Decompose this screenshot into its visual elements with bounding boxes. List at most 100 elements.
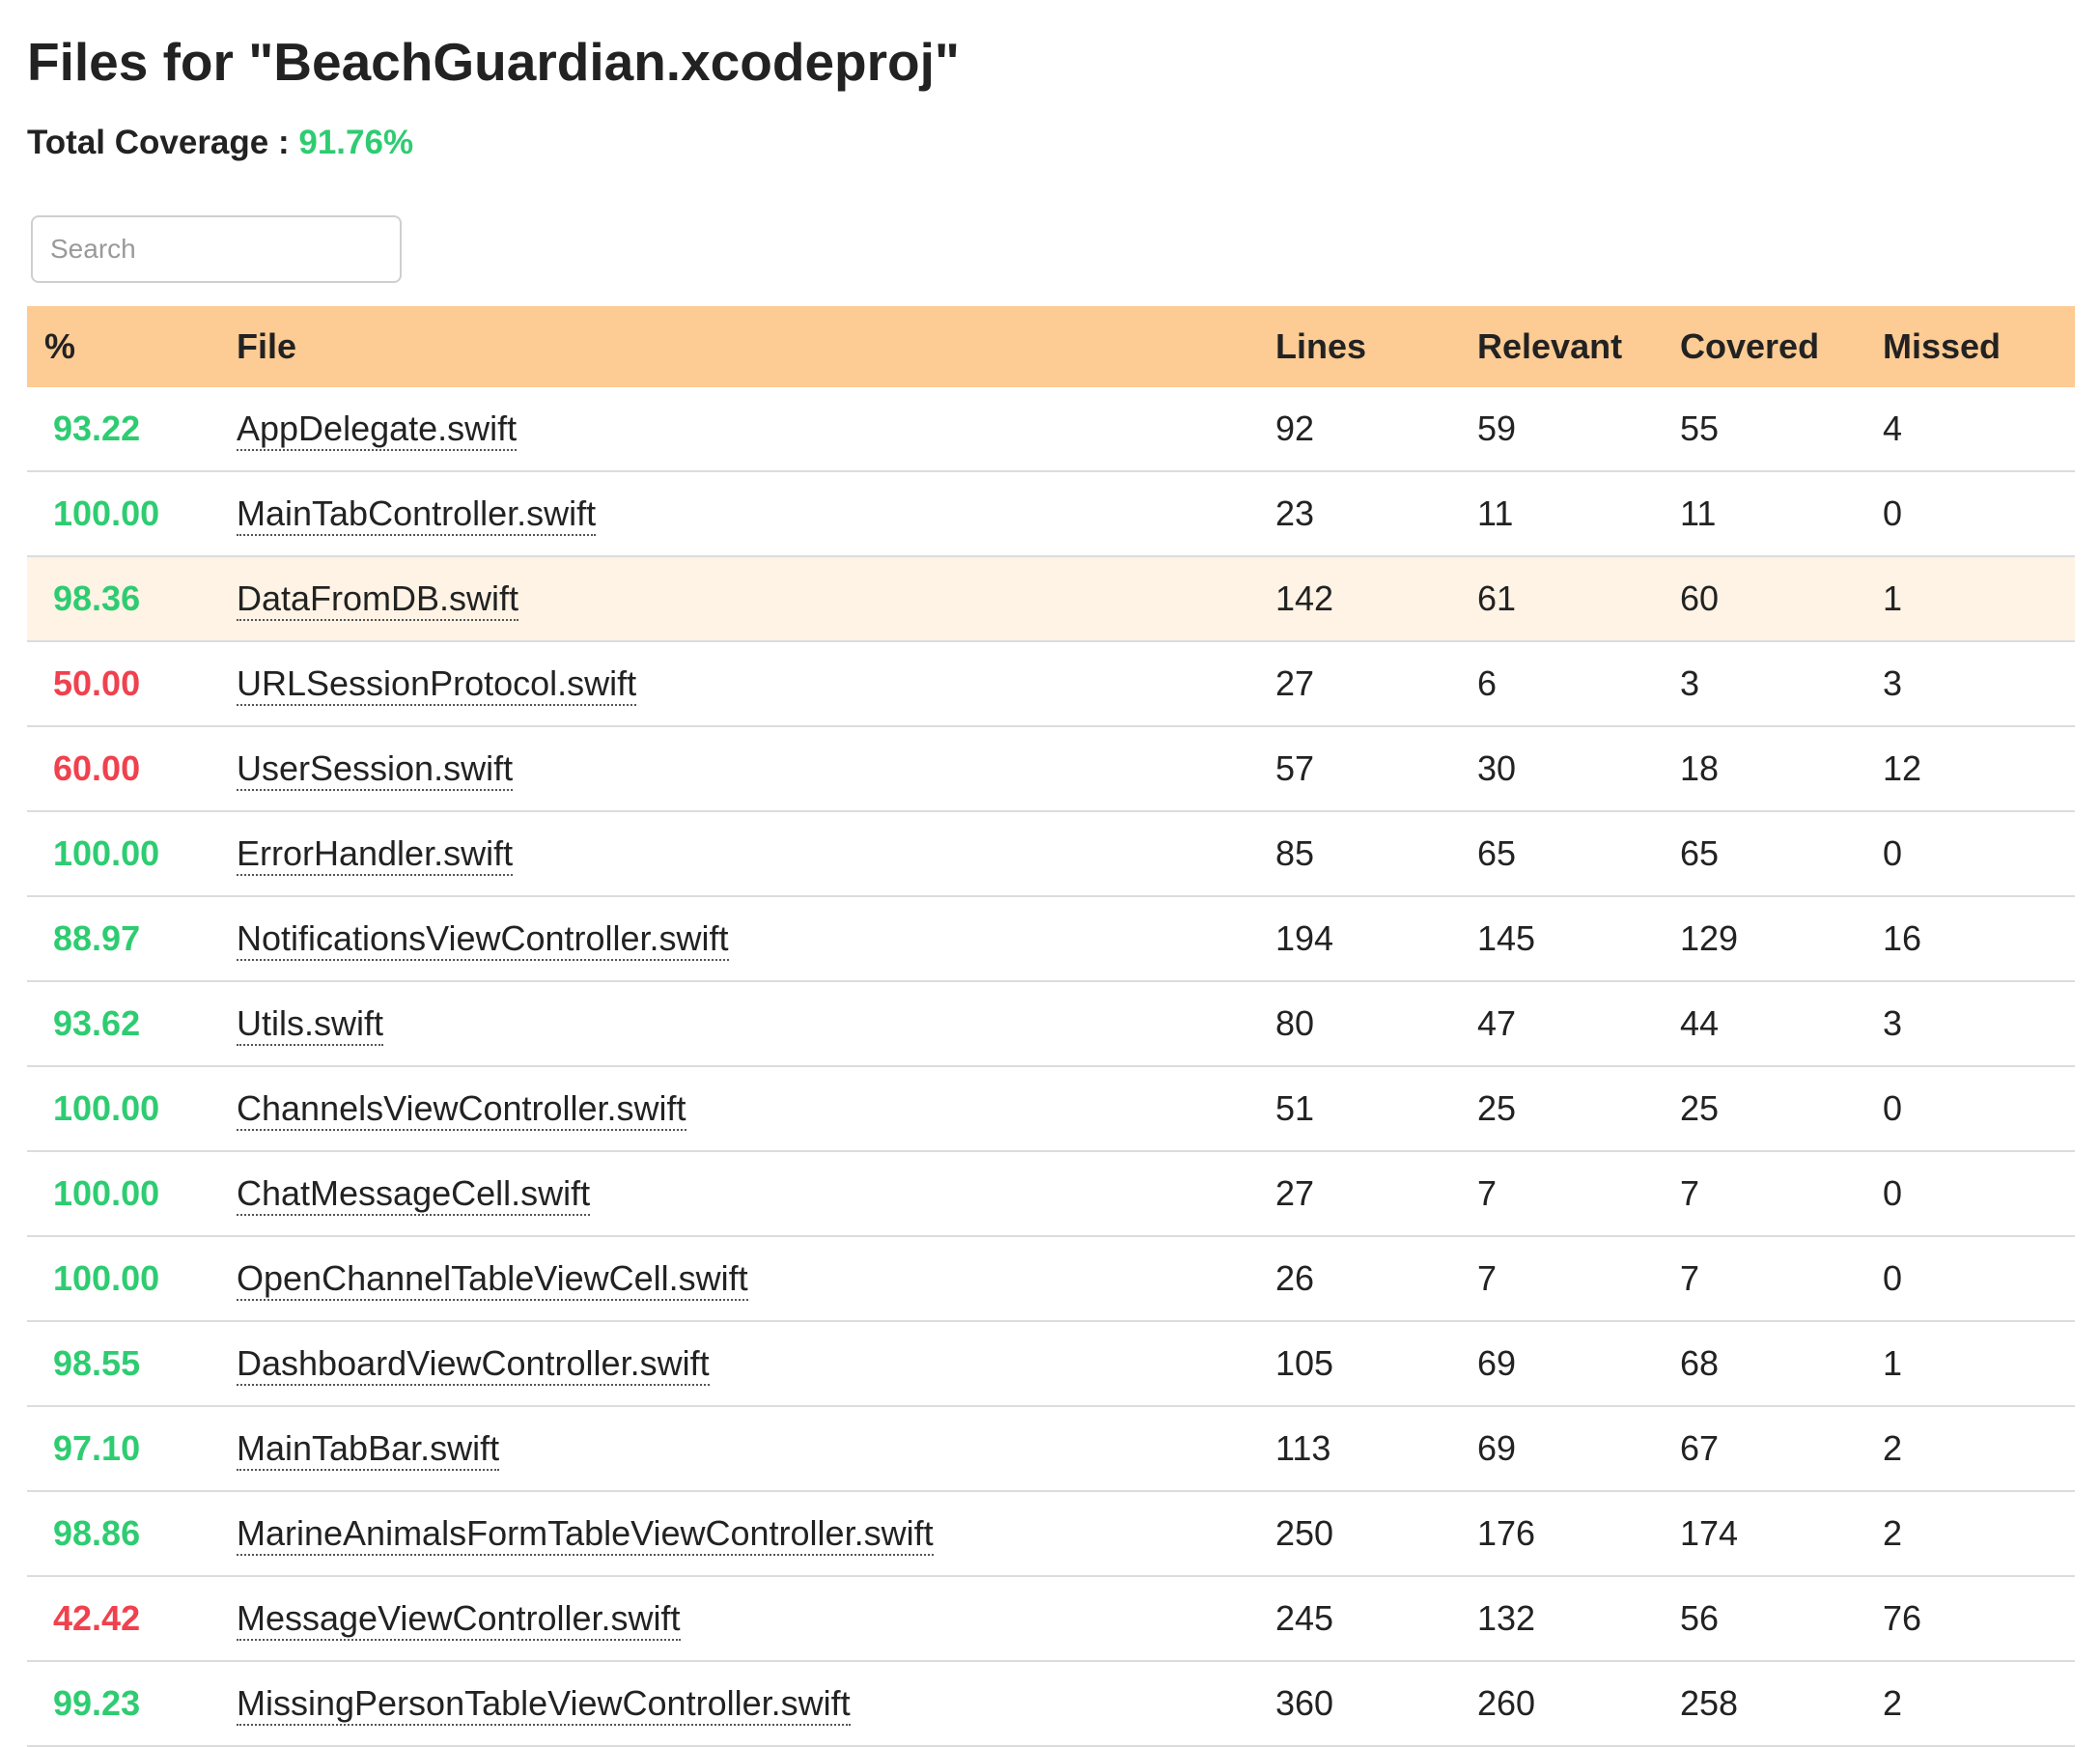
file-link[interactable]: ChatMessageCell.swift	[237, 1173, 591, 1216]
file-cell: AppDelegate.swift	[237, 387, 1275, 472]
file-cell: MessageViewController.swift	[237, 1576, 1275, 1662]
column-header-lines[interactable]: Lines	[1275, 306, 1477, 387]
table-row[interactable]: 93.22 AppDelegate.swift 92 59 55 4	[27, 387, 2075, 472]
table-header-row: % File Lines Relevant Covered Missed	[27, 306, 2075, 387]
file-link[interactable]: ErrorHandler.swift	[237, 833, 514, 876]
lines-cell: 194	[1275, 896, 1477, 982]
relevant-cell: 65	[1477, 811, 1680, 897]
lines-cell: 26	[1275, 1236, 1477, 1322]
file-cell: ChannelsViewController.swift	[237, 1066, 1275, 1152]
covered-cell: 44	[1680, 981, 1883, 1067]
column-header-covered[interactable]: Covered	[1680, 306, 1883, 387]
table-row[interactable]: 100.00 ChatMessageCell.swift 27 7 7 0	[27, 1151, 2075, 1237]
file-link[interactable]: MainTabBar.swift	[237, 1428, 500, 1471]
file-link[interactable]: OpenChannelTableViewCell.swift	[237, 1258, 748, 1301]
missed-cell: 0	[1883, 471, 2075, 557]
lines-cell: 23	[1275, 471, 1477, 557]
file-link[interactable]: UserSession.swift	[237, 748, 514, 791]
lines-cell: 113	[1275, 1406, 1477, 1492]
missed-cell: 2	[1883, 1661, 2075, 1747]
file-cell: MainTabBar.swift	[237, 1406, 1275, 1492]
missed-cell: 0	[1883, 1236, 2075, 1322]
table-row[interactable]: 100.00 MainTabController.swift 23 11 11 0	[27, 471, 2075, 557]
file-cell: URLSessionProtocol.swift	[237, 641, 1275, 727]
relevant-cell: 47	[1477, 981, 1680, 1067]
lines-cell: 27	[1275, 641, 1477, 727]
total-coverage-value: 91.76%	[298, 124, 414, 161]
column-header-relevant[interactable]: Relevant	[1477, 306, 1680, 387]
table-row[interactable]: 50.00 URLSessionProtocol.swift 27 6 3 3	[27, 641, 2075, 727]
covered-cell: 7	[1680, 1236, 1883, 1322]
table-row[interactable]: 88.97 NotificationsViewController.swift 19…	[27, 896, 2075, 982]
file-cell: UserSession.swift	[237, 726, 1275, 812]
file-cell: MarineAnimalsFormTableViewController.swi…	[237, 1491, 1275, 1577]
file-cell: DataFromDB.swift	[237, 556, 1275, 642]
covered-cell: 67	[1680, 1406, 1883, 1492]
missed-cell: 76	[1883, 1576, 2075, 1662]
file-cell: ChatMessageCell.swift	[237, 1151, 1275, 1237]
missed-cell: 3	[1883, 641, 2075, 727]
coverage-percent: 50.00	[27, 641, 237, 727]
table-row[interactable]: 100.00 ErrorHandler.swift 85 65 65 0	[27, 811, 2075, 897]
file-link[interactable]: ChannelsViewController.swift	[237, 1088, 686, 1131]
covered-cell: 258	[1680, 1661, 1883, 1747]
file-cell: Utils.swift	[237, 981, 1275, 1067]
missed-cell: 3	[1883, 981, 2075, 1067]
coverage-percent: 98.55	[27, 1321, 237, 1407]
relevant-cell: 11	[1477, 471, 1680, 557]
covered-cell: 65	[1680, 811, 1883, 897]
relevant-cell: 69	[1477, 1406, 1680, 1492]
column-header-file[interactable]: File	[237, 306, 1275, 387]
relevant-cell: 30	[1477, 726, 1680, 812]
file-cell: OpenChannelTableViewCell.swift	[237, 1236, 1275, 1322]
file-link[interactable]: NotificationsViewController.swift	[237, 918, 729, 961]
missed-cell: 16	[1883, 896, 2075, 982]
table-row[interactable]: 60.00 UserSession.swift 57 30 18 12	[27, 726, 2075, 812]
file-link[interactable]: MissingPersonTableViewController.swift	[237, 1683, 851, 1726]
missed-cell: 2	[1883, 1406, 2075, 1492]
relevant-cell: 145	[1477, 896, 1680, 982]
file-link[interactable]: AppDelegate.swift	[237, 409, 518, 451]
table-row[interactable]: 93.62 Utils.swift 80 47 44 3	[27, 981, 2075, 1067]
covered-cell: 174	[1680, 1491, 1883, 1577]
file-link[interactable]: DashboardViewController.swift	[237, 1343, 710, 1386]
coverage-percent: 100.00	[27, 1066, 237, 1152]
table-row[interactable]: 97.10 MainTabBar.swift 113 69 67 2	[27, 1406, 2075, 1492]
missed-cell: 1	[1883, 556, 2075, 642]
table-row[interactable]: 98.36 DataFromDB.swift 142 61 60 1	[27, 556, 2075, 642]
lines-cell: 80	[1275, 981, 1477, 1067]
missed-cell: 12	[1883, 726, 2075, 812]
coverage-percent: 100.00	[27, 1236, 237, 1322]
file-link[interactable]: MarineAnimalsFormTableViewController.swi…	[237, 1513, 934, 1556]
relevant-cell: 7	[1477, 1151, 1680, 1237]
lines-cell: 105	[1275, 1321, 1477, 1407]
lines-cell: 57	[1275, 726, 1477, 812]
coverage-percent: 100.00	[27, 471, 237, 557]
coverage-table: % File Lines Relevant Covered Missed 93.…	[27, 306, 2075, 1747]
table-row[interactable]: 100.00 ChannelsViewController.swift 51 25 25…	[27, 1066, 2075, 1152]
lines-cell: 27	[1275, 1151, 1477, 1237]
search-input[interactable]	[31, 215, 402, 283]
table-row[interactable]: 98.55 DashboardViewController.swift 105 69 6…	[27, 1321, 2075, 1407]
file-link[interactable]: URLSessionProtocol.swift	[237, 663, 637, 706]
file-cell: NotificationsViewController.swift	[237, 896, 1275, 982]
relevant-cell: 7	[1477, 1236, 1680, 1322]
table-row[interactable]: 100.00 OpenChannelTableViewCell.swift 26 7 7…	[27, 1236, 2075, 1322]
coverage-percent: 60.00	[27, 726, 237, 812]
coverage-percent: 100.00	[27, 811, 237, 897]
column-header-percent[interactable]: %	[27, 306, 237, 387]
table-row[interactable]: 42.42 MessageViewController.swift 245 132 56…	[27, 1576, 2075, 1662]
table-row[interactable]: 99.23 MissingPersonTableViewController.sw…	[27, 1661, 2075, 1747]
file-link[interactable]: DataFromDB.swift	[237, 578, 519, 621]
covered-cell: 3	[1680, 641, 1883, 727]
file-link[interactable]: MessageViewController.swift	[237, 1598, 681, 1641]
file-link[interactable]: Utils.swift	[237, 1003, 383, 1046]
table-body: 93.22 AppDelegate.swift 92 59 55 4 100.00 MainT…	[27, 387, 2075, 1747]
column-header-missed[interactable]: Missed	[1883, 306, 2075, 387]
table-row[interactable]: 98.86 MarineAnimalsFormTableViewControlle…	[27, 1491, 2075, 1577]
lines-cell: 245	[1275, 1576, 1477, 1662]
missed-cell: 0	[1883, 1151, 2075, 1237]
total-coverage: Total Coverage : 91.76%	[27, 124, 2075, 162]
relevant-cell: 6	[1477, 641, 1680, 727]
file-link[interactable]: MainTabController.swift	[237, 493, 597, 536]
